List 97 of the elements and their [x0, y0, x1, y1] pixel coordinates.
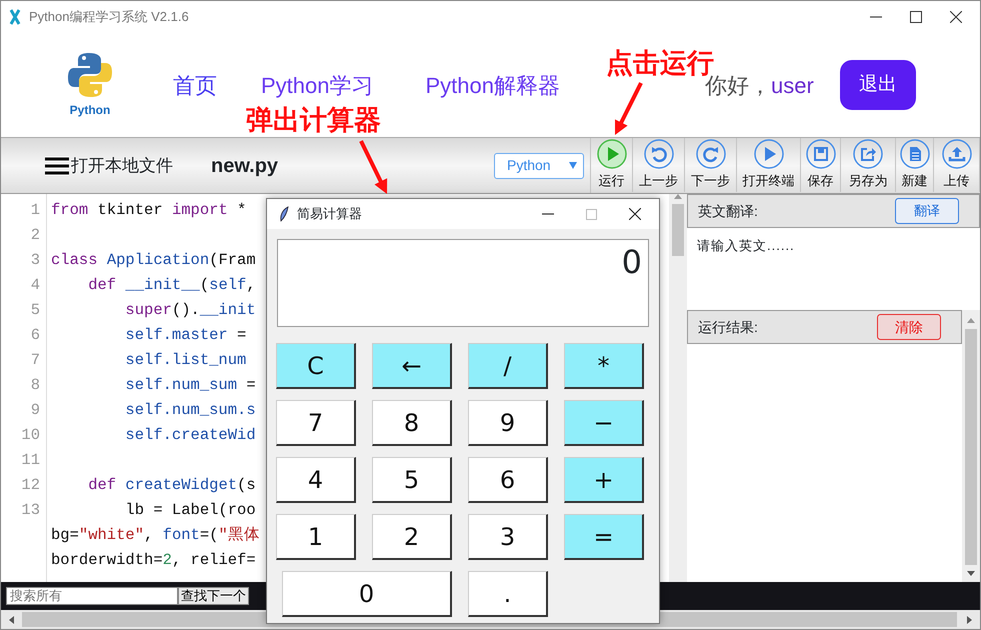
scrollbar[interactable] [962, 310, 980, 582]
line-number: 4 [30, 274, 41, 296]
scrollbar-thumb[interactable] [672, 204, 684, 256]
feather-icon [279, 206, 289, 222]
share-icon [853, 139, 883, 170]
app-icon [9, 9, 21, 25]
translate-input[interactable]: 请输入英文...... [687, 228, 980, 310]
upload-icon [942, 139, 972, 170]
code-line: self.num_sum.s [124, 400, 256, 420]
toolbar-button[interactable]: 打开终端 [737, 138, 801, 192]
nav-link[interactable]: 首页 [173, 68, 217, 102]
close-icon[interactable] [950, 11, 962, 23]
language-select[interactable]: Python [494, 152, 584, 178]
code-line: from tkinter import * [51, 200, 246, 220]
annotation-text: 弹出计算器 [246, 107, 381, 134]
floppy-disk-icon [806, 139, 836, 170]
calculator-key[interactable]: 3 [468, 514, 548, 560]
line-number: 5 [30, 300, 41, 320]
calculator-key[interactable]: 9 [468, 400, 548, 446]
window-title: Python编程学习系统 V2.1.6 [29, 8, 189, 26]
maximize-icon[interactable] [910, 11, 922, 23]
code-line: def createWidget(s [87, 474, 256, 496]
close-icon[interactable] [629, 208, 641, 220]
file-name: new.py [211, 154, 278, 178]
nav-link[interactable]: Python解释器 [426, 68, 560, 102]
logo-text: Python [70, 102, 110, 119]
line-number: 10 [20, 424, 41, 446]
code-line: def __init__(self, [87, 274, 256, 296]
undo-icon [644, 139, 674, 170]
scrollbar-thumb[interactable] [965, 329, 977, 565]
open-file-button[interactable]: 打开本地文件 [45, 152, 173, 178]
search-field[interactable]: 搜索所有 [6, 587, 178, 605]
line-number: 3 [30, 250, 41, 270]
scroll-up-icon [967, 318, 975, 323]
calculator-key[interactable]: 5 [372, 457, 452, 503]
arrow [615, 82, 643, 135]
toolbar-button[interactable]: 新建 [896, 138, 934, 192]
scroll-right-icon [967, 616, 972, 624]
code-line: self.createWid [124, 424, 256, 446]
calculator-key[interactable]: 7 [276, 400, 356, 446]
toolbar-button[interactable]: 保存 [801, 138, 841, 192]
toolbar-button[interactable]: 上一步 [633, 138, 685, 192]
calculator-key[interactable]: C [276, 343, 356, 389]
window-title: 简易计算器 [297, 205, 362, 224]
code-line: super().__init [124, 300, 256, 320]
line-number: 7 [30, 350, 41, 370]
arrow [359, 140, 388, 194]
user-name: user [771, 72, 814, 100]
code-line: class Application(Fram [51, 250, 256, 270]
code-line: self.master = [124, 324, 246, 346]
code-line: bg="white", font=("黑体 [51, 524, 260, 546]
calculator-key[interactable]: = [564, 514, 644, 560]
menu-icon [45, 156, 69, 174]
line-number: 13 [20, 500, 41, 520]
line-number: 6 [30, 324, 41, 346]
code-line: self.num_sum = [124, 374, 256, 396]
calculator-key[interactable]: . [468, 571, 548, 617]
translate-button[interactable]: 翻译 [895, 198, 959, 224]
play-icon [754, 139, 784, 170]
run-button[interactable]: 运行 [591, 138, 633, 192]
line-number: 11 [20, 450, 41, 470]
calculator-key[interactable]: ← [372, 343, 452, 389]
play-icon [596, 139, 626, 170]
line-number: 9 [30, 400, 41, 420]
line-number: 8 [30, 374, 41, 396]
calculator-key[interactable]: / [468, 343, 548, 389]
document-icon [900, 139, 930, 170]
nav-link[interactable]: Python学习 [261, 68, 374, 102]
logo-icon [66, 51, 114, 99]
toolbar-button[interactable]: 另存为 [841, 138, 896, 192]
caret-icon [569, 162, 577, 169]
calculator-key[interactable]: 6 [468, 457, 548, 503]
panel-label: 运行结果: [698, 318, 758, 336]
line-number: 2 [30, 224, 41, 246]
calculator-key[interactable]: − [564, 400, 644, 446]
find-next-button[interactable]: 查找下一个 [178, 587, 249, 605]
code-line: borderwidth=2, relief= [51, 550, 256, 570]
calculator-key[interactable]: 4 [276, 457, 356, 503]
panel-label: 英文翻译: [698, 202, 758, 220]
toolbar-button[interactable]: 下一步 [685, 138, 737, 192]
calculator-key[interactable]: 1 [276, 514, 356, 560]
calculator-key[interactable]: + [564, 457, 644, 503]
calculator-key[interactable]: 2 [372, 514, 452, 560]
code-line: self.list_num [124, 350, 246, 370]
calculator-key[interactable]: * [564, 343, 644, 389]
toolbar-button[interactable]: 上传 [934, 138, 980, 192]
logout-button[interactable]: 退出 [840, 60, 916, 110]
line-number: 12 [20, 474, 41, 496]
code-line: lb = Label(roo [124, 500, 256, 520]
scrollbar[interactable] [669, 194, 687, 582]
line-number: 1 [30, 200, 41, 220]
scroll-down-icon [967, 571, 975, 576]
calculator-display: 0 [277, 239, 649, 327]
calculator-key[interactable]: 0 [282, 571, 452, 617]
redo-icon [696, 139, 726, 170]
calculator-key[interactable]: 8 [372, 400, 452, 446]
scroll-left-icon [9, 616, 14, 624]
